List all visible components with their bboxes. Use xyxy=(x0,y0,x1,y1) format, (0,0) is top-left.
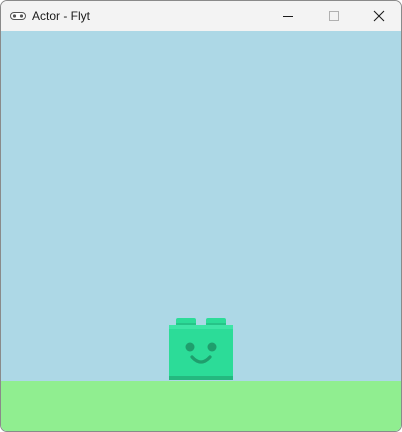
app-window: Actor - Flyt xyxy=(0,0,402,432)
game-canvas[interactable] xyxy=(1,31,401,431)
title-bar[interactable]: Actor - Flyt xyxy=(1,1,401,31)
maximize-icon xyxy=(329,11,339,21)
actor-body xyxy=(169,325,233,380)
close-icon xyxy=(373,10,385,22)
actor-eye-right xyxy=(207,342,217,352)
window-title: Actor - Flyt xyxy=(32,9,91,23)
minimize-icon xyxy=(283,16,293,17)
actor-eye-left xyxy=(185,342,195,352)
maximize-button[interactable] xyxy=(311,1,357,31)
controller-icon xyxy=(10,12,26,20)
actor-block xyxy=(169,318,233,380)
ground xyxy=(1,381,401,431)
minimize-button[interactable] xyxy=(265,1,311,31)
close-button[interactable] xyxy=(356,1,401,31)
